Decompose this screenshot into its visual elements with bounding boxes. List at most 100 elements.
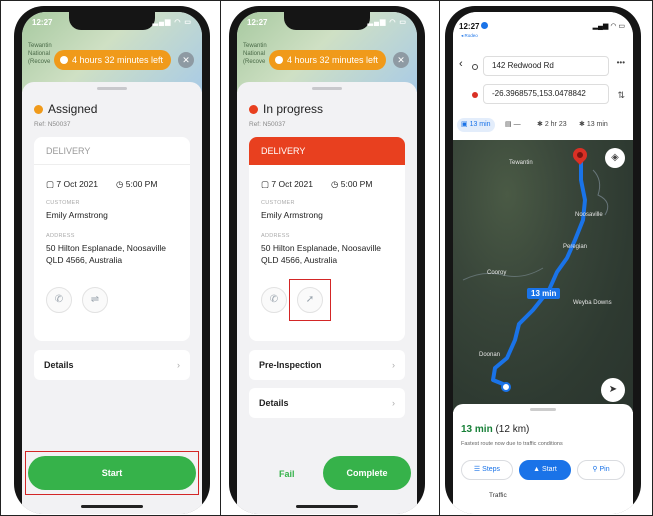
car-icon: ▣: [461, 121, 470, 128]
vehicle-icon[interactable]: ⇌: [82, 287, 108, 313]
chevron-right-icon: ›: [392, 398, 395, 408]
satellite-map[interactable]: ◈ 13 min Tewantin Noosaville Cooroy Doon…: [453, 140, 633, 412]
route-time-badge: 13 min: [527, 288, 561, 299]
walk-icon: ✱: [537, 121, 545, 128]
home-indicator: [81, 505, 143, 508]
clock-icon: [275, 56, 283, 64]
status-dot-icon: [34, 105, 43, 114]
sheet-grabber[interactable]: [530, 408, 556, 411]
address-label: ADDRESS: [261, 233, 290, 239]
status-time: 12:27: [32, 18, 53, 27]
back-arrow-icon[interactable]: ‹: [459, 58, 463, 70]
travel-modes: ▣ 13 min ▤ — ✱ 2 hr 23 ✱ 13 min: [457, 118, 633, 134]
pre-inspection-row[interactable]: Pre-Inspection ›: [249, 350, 405, 380]
my-location-icon[interactable]: ➤: [601, 378, 625, 402]
origin-field[interactable]: 142 Redwood Rd: [483, 56, 609, 76]
delivery-card: DELIVERY ▢ 7 Oct 2021 ◷ 5:00 PM CUSTOMER…: [249, 137, 405, 341]
customer-label: CUSTOMER: [261, 200, 295, 206]
transit-icon: ▤: [505, 121, 514, 128]
layers-icon[interactable]: ◈: [605, 148, 625, 168]
status-bar: 12:27 ▂▄▆ ◠ ▭: [237, 16, 417, 32]
address-label: ADDRESS: [46, 233, 75, 239]
pin-button[interactable]: ⚲ Pin: [577, 460, 625, 480]
route-line: [462, 160, 609, 388]
timer-pill: 4 hours 32 minutes left: [269, 50, 387, 70]
place-label: Peregian: [563, 244, 588, 250]
column-divider: [439, 0, 440, 516]
details-row[interactable]: Details ›: [34, 350, 190, 380]
highlight-box: [25, 451, 199, 495]
status-time: 12:27: [247, 18, 268, 27]
phone-in-progress: Tewantin National (Recove 12:27 ▂▄▆ ◠ ▭ …: [229, 6, 425, 514]
map-label: Tewantin National (Recove: [243, 43, 267, 65]
phone-call-icon[interactable]: ✆: [261, 287, 287, 313]
job-status: Assigned: [34, 102, 97, 116]
rideshare-icon: ✱: [579, 121, 587, 128]
signal-wifi-battery-icon: ▂▄▆ ◠ ▭: [367, 19, 407, 26]
clock-icon: [60, 56, 68, 64]
location-active-icon: [481, 22, 489, 29]
home-indicator: [296, 505, 358, 508]
address-line-1: 50 Hilton Esplanade, Noosaville: [46, 243, 167, 253]
address-line-2: QLD 4566, Australia: [261, 255, 338, 265]
route-subtitle: Fastest route now due to traffic conditi…: [461, 441, 563, 447]
highlight-box: [289, 279, 331, 321]
steps-button[interactable]: ☰ Steps: [461, 460, 513, 480]
fail-button[interactable]: Fail: [279, 469, 295, 479]
timer-pill: 4 hours 32 minutes left: [54, 50, 172, 70]
customer-name: Emily Armstrong: [261, 210, 323, 220]
date-row: ▢ 7 Oct 2021: [261, 179, 313, 189]
time-row: ◷ 5:00 PM: [116, 179, 158, 189]
place-label: Noosaville: [575, 212, 603, 218]
job-sheet: Assigned Ref: N50037 DELIVERY ▢ 7 Oct 20…: [22, 82, 202, 514]
more-options-icon[interactable]: •••: [617, 58, 625, 67]
date-row: ▢ 7 Oct 2021: [46, 179, 98, 189]
list-icon: ☰: [473, 466, 483, 473]
chevron-right-icon: ›: [177, 360, 180, 370]
directions-header: 12:27 ◂ Rodeo ▂▄▆ ◠ ▭ ‹ 142 Redwood Rd •…: [453, 12, 633, 140]
customer-label: CUSTOMER: [46, 200, 80, 206]
address-line-1: 50 Hilton Esplanade, Noosaville: [261, 243, 382, 253]
place-label: Tewantin: [509, 160, 533, 166]
calendar-icon: ▢: [261, 179, 272, 189]
sheet-grabber[interactable]: [312, 87, 342, 90]
status-bar: 12:27 ▂▄▆ ◠ ▭: [22, 16, 202, 32]
swap-icon[interactable]: ⇅: [617, 90, 625, 101]
close-icon[interactable]: ✕: [393, 52, 409, 68]
time-row: ◷ 5:00 PM: [331, 179, 373, 189]
sheet-grabber[interactable]: [97, 87, 127, 90]
mode-transit[interactable]: ▤ —: [505, 118, 521, 132]
card-header: DELIVERY: [249, 137, 405, 165]
clock-icon: ◷: [331, 179, 341, 189]
back-to-app-link[interactable]: ◂ Rodeo: [461, 33, 478, 39]
start-navigation-button[interactable]: ▲ Start: [519, 460, 571, 480]
signal-wifi-battery-icon: ▂▄▆ ◠ ▭: [152, 19, 192, 26]
phone-call-icon[interactable]: ✆: [46, 287, 72, 313]
map-label: Tewantin National (Recove: [28, 43, 52, 65]
mode-driving[interactable]: ▣ 13 min: [457, 118, 495, 132]
customer-name: Emily Armstrong: [46, 210, 108, 220]
job-sheet: In progress Ref: N50037 DELIVERY ▢ 7 Oct…: [237, 82, 417, 514]
place-label: Cooroy: [487, 270, 507, 276]
details-row[interactable]: Details ›: [249, 388, 405, 418]
destination-field[interactable]: -26.3968575,153.0478842: [483, 84, 609, 104]
signal-wifi-battery-icon: ▂▄▆ ◠ ▭: [592, 23, 625, 30]
origin-marker: [501, 382, 511, 392]
phone-maps: 12:27 ◂ Rodeo ▂▄▆ ◠ ▭ ‹ 142 Redwood Rd •…: [445, 6, 641, 514]
mode-rideshare[interactable]: ✱ 13 min: [579, 118, 608, 132]
close-icon[interactable]: ✕: [178, 52, 194, 68]
origin-dot-icon: [472, 64, 478, 70]
job-ref: Ref: N50037: [34, 121, 71, 128]
address-line-2: QLD 4566, Australia: [46, 255, 123, 265]
clock-icon: ◷: [116, 179, 126, 189]
calendar-icon: ▢: [46, 179, 57, 189]
place-label: Weyba Downs: [573, 300, 612, 306]
complete-button[interactable]: Complete: [323, 456, 411, 490]
navigation-arrow-icon: ▲: [533, 466, 543, 473]
job-status: In progress: [249, 102, 323, 116]
route-eta: 13 min (12 km): [461, 424, 530, 435]
delivery-card: DELIVERY ▢ 7 Oct 2021 ◷ 5:00 PM CUSTOMER…: [34, 137, 190, 341]
destination-pin-icon: [472, 92, 478, 98]
job-ref: Ref: N50037: [249, 121, 286, 128]
mode-walking[interactable]: ✱ 2 hr 23: [537, 118, 567, 132]
